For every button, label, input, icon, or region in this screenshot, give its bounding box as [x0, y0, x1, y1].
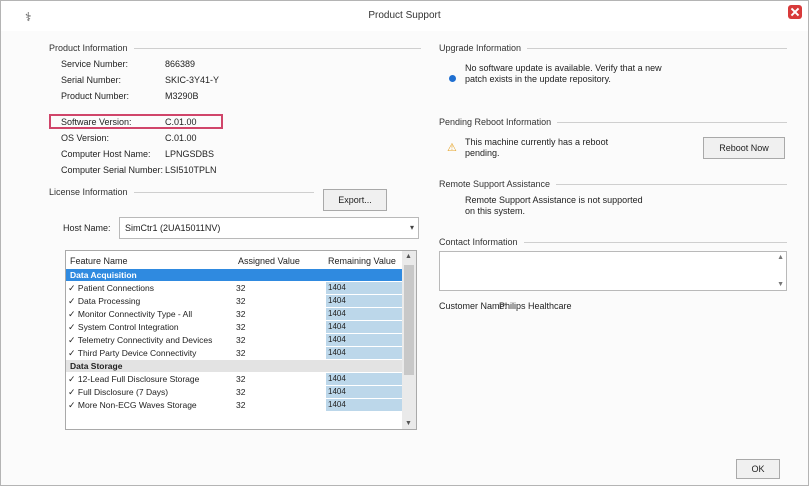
window-title: Product Support: [368, 10, 441, 21]
category-row[interactable]: Data Storage: [66, 360, 402, 372]
table-row[interactable]: ✓ Telemetry Connectivity and Devices 32 …: [66, 334, 406, 346]
scroll-thumb[interactable]: [404, 265, 414, 375]
table-row[interactable]: ✓ Monitor Connectivity Type - All 32 140…: [66, 308, 406, 320]
close-button[interactable]: [788, 5, 802, 19]
reboot-now-button[interactable]: Reboot Now: [703, 137, 785, 159]
serial-number-row: Serial Number: SKIC-3Y41-Y: [61, 75, 220, 85]
check-icon: ✓: [68, 400, 76, 410]
remote-support-message: Remote Support Assistance is not support…: [465, 195, 643, 216]
table-row[interactable]: ✓ 12-Lead Full Disclosure Storage 32 140…: [66, 373, 406, 385]
table-header: Feature Name Assigned Value Remaining Va…: [66, 251, 416, 269]
product-number-row: Product Number: M3290B: [61, 91, 199, 101]
table-row[interactable]: ✓ Data Processing 32 1404: [66, 295, 406, 307]
col-assigned-value[interactable]: Assigned Value: [238, 256, 300, 266]
check-icon: ✓: [68, 322, 76, 332]
table-row[interactable]: ✓ Full Disclosure (7 Days) 32 1404: [66, 386, 406, 398]
info-dot-icon: [449, 75, 456, 82]
reboot-info-heading: Pending Reboot Information: [439, 117, 787, 127]
check-icon: ✓: [68, 309, 76, 319]
scroll-up-icon[interactable]: ▲: [405, 253, 412, 260]
computer-serial-row: Computer Serial Number: LSI510TPLN: [61, 165, 217, 175]
contact-info-heading: Contact Information: [439, 237, 787, 247]
scroll-down-icon[interactable]: ▼: [777, 281, 784, 288]
col-feature-name[interactable]: Feature Name: [70, 256, 128, 266]
check-icon: ✓: [68, 335, 76, 345]
table-row[interactable]: ✓ System Control Integration 32 1404: [66, 321, 406, 333]
upgrade-info-heading: Upgrade Information: [439, 43, 787, 53]
license-info-heading: License Information: [49, 187, 314, 197]
scroll-up-icon[interactable]: ▲: [777, 254, 784, 261]
service-number-row: Service Number: 866389: [61, 59, 196, 69]
host-name-value: SimCtr1 (2UA15011NV): [125, 223, 221, 233]
license-table: Feature Name Assigned Value Remaining Va…: [65, 250, 417, 430]
scroll-down-icon[interactable]: ▼: [405, 420, 412, 427]
col-remaining-value[interactable]: Remaining Value: [328, 256, 396, 266]
table-row[interactable]: ✓ More Non-ECG Waves Storage 32 1404: [66, 399, 406, 411]
product-support-window: ⚕ Product Support Product Information Se…: [0, 0, 809, 486]
chevron-down-icon: ▾: [409, 223, 414, 232]
check-icon: ✓: [68, 387, 76, 397]
title-bar: ⚕ Product Support: [1, 1, 808, 31]
contact-info-textarea[interactable]: ▲ ▼: [439, 251, 787, 291]
customer-name-row: Customer Name:Philips Healthcare: [439, 301, 572, 311]
table-scrollbar[interactable]: ▲ ▼: [402, 251, 416, 429]
os-version-row: OS Version: C.01.00: [61, 133, 197, 143]
ok-button[interactable]: OK: [736, 459, 780, 479]
table-row[interactable]: ✓ Patient Connections 32 1404: [66, 282, 406, 294]
remote-support-heading: Remote Support Assistance: [439, 179, 787, 189]
check-icon: ✓: [68, 283, 76, 293]
host-name-row: Computer Host Name: LPNGSDBS: [61, 149, 215, 159]
software-version-row: Software Version: C.01.00: [61, 117, 197, 127]
reboot-message: This machine currently has a reboot pend…: [465, 137, 609, 158]
check-icon: ✓: [68, 348, 76, 358]
upgrade-message: No software update is available. Verify …: [465, 63, 662, 84]
check-icon: ✓: [68, 296, 76, 306]
table-row[interactable]: ✓ Third Party Device Connectivity 32 140…: [66, 347, 406, 359]
category-row[interactable]: Data Acquisition: [66, 269, 402, 281]
warning-icon: ⚠: [447, 142, 457, 154]
export-button[interactable]: Export...: [323, 189, 387, 211]
check-icon: ✓: [68, 374, 76, 384]
product-info-heading: Product Information: [49, 43, 421, 53]
host-name-select[interactable]: SimCtr1 (2UA15011NV) ▾: [119, 217, 419, 239]
host-name-label: Host Name:: [63, 223, 111, 233]
